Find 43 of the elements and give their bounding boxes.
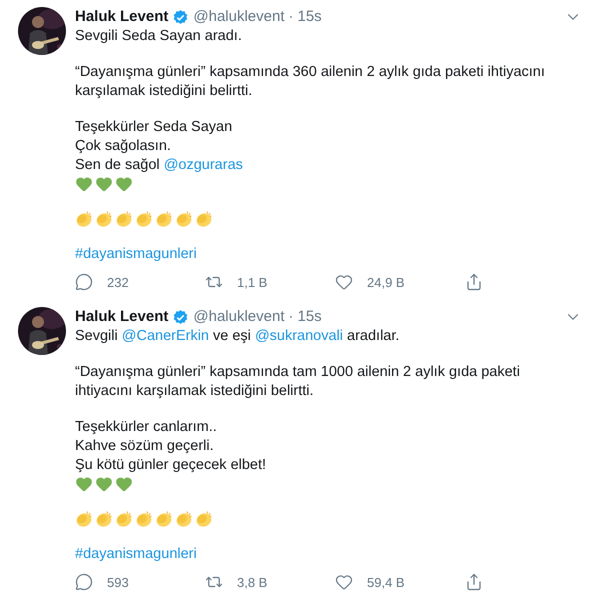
- tweet-text: Teşekkürler Seda Sayan: [75, 118, 234, 137]
- tweet-text: “Dayanışma günleri” kapsamında 360 ailenin 2 aylık gıda paketi ihtiyacını karşılamak istediğini belirtti.: [75, 63, 545, 101]
- mention-link[interactable]: @ozguraras: [164, 157, 243, 173]
- tweet-text: “Dayanışma günleri” kapsamında tam 1000 ailenin 2 aylık gıda paketi ihtiyacını karşılamak istediğini belirtti.: [75, 363, 521, 401]
- tweet-text: Teşekkürler canlarım..: [75, 418, 218, 437]
- share-icon: [465, 273, 483, 291]
- separator-dot: ·: [288, 307, 294, 327]
- retweet-button[interactable]: 3,8 B: [205, 573, 268, 591]
- share-button[interactable]: [465, 573, 483, 591]
- hashtag-link[interactable]: #dayanismagunleri: [75, 246, 197, 262]
- author-handle[interactable]: @haluklevent: [193, 7, 284, 27]
- tweet-text: Sevgili Seda Sayan aradı.: [75, 27, 243, 46]
- separator-dot: ·: [288, 7, 294, 27]
- reply-button[interactable]: 593: [75, 573, 129, 591]
- tweet-text: Sen de sağol @ozguraras: [75, 156, 244, 175]
- tweet-time[interactable]: 15s: [298, 307, 322, 327]
- hashtag-link[interactable]: #dayanismagunleri: [75, 546, 197, 562]
- author-handle[interactable]: @haluklevent: [193, 307, 284, 327]
- heart-icon: [335, 273, 353, 291]
- tweet-text: Kahve sözüm geçerli.: [75, 437, 215, 456]
- heart-icon: [75, 175, 93, 193]
- speech-bubble-icon: [75, 273, 93, 291]
- like-button[interactable]: 24,9 B: [335, 273, 405, 291]
- reply-button[interactable]: 232: [75, 273, 129, 291]
- tweet-time[interactable]: 15s: [298, 7, 322, 27]
- heart-icon: [95, 475, 113, 493]
- heart-icon: [115, 475, 133, 493]
- tweet-text: Çok sağolasın.: [75, 137, 172, 156]
- share-button[interactable]: [465, 273, 483, 291]
- author-name[interactable]: Haluk Levent: [75, 7, 168, 27]
- author-name[interactable]: Haluk Levent: [75, 307, 168, 327]
- tweet-text: Sevgili @CanerErkin ve eşi @sukranovali aradılar.: [75, 327, 400, 346]
- heart-icon: [115, 175, 133, 193]
- speech-bubble-icon: [75, 573, 93, 591]
- retweet-button[interactable]: 1,1 B: [205, 273, 268, 291]
- heart-icon: [75, 475, 93, 493]
- mention-link[interactable]: @sukranovali: [254, 328, 343, 344]
- tweet-text: Şu kötü günler geçecek elbet!: [75, 456, 268, 475]
- heart-icon: [95, 175, 113, 193]
- mention-link[interactable]: @CanerErkin: [122, 328, 209, 344]
- like-button[interactable]: 59,4 B: [335, 573, 405, 591]
- share-icon: [465, 573, 483, 591]
- heart-icon: [335, 573, 353, 591]
